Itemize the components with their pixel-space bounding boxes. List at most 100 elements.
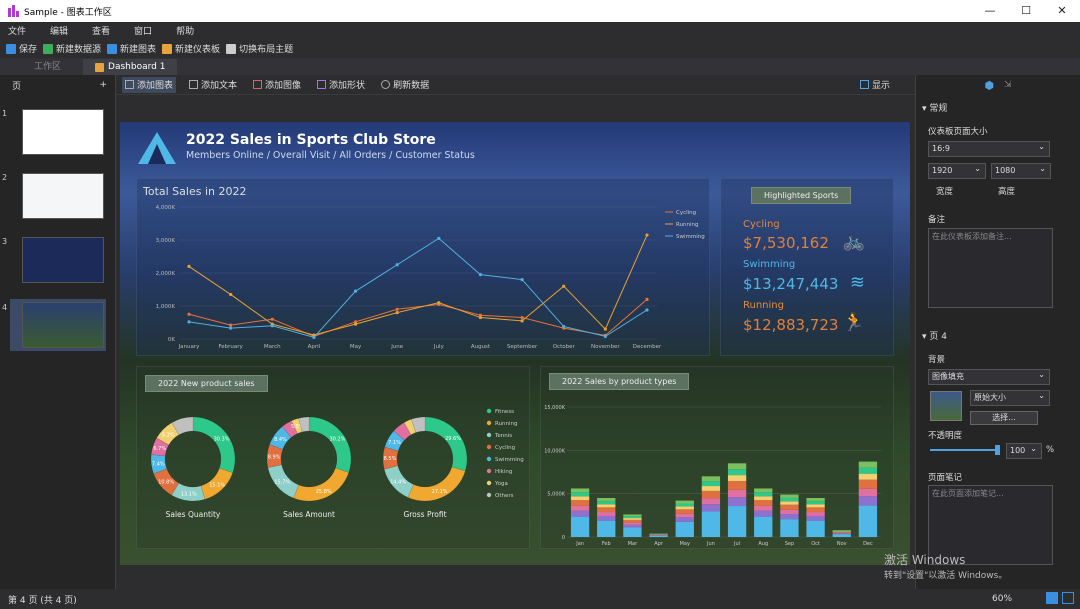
page-thumb-2[interactable]: 2 bbox=[2, 173, 104, 221]
add-text-button[interactable]: 添加文本 bbox=[186, 77, 240, 93]
x-tick-label: Jun bbox=[706, 541, 715, 547]
x-tick-label: Aug bbox=[758, 541, 768, 547]
bar-segment bbox=[623, 527, 642, 537]
page-thumb-3[interactable]: 3 bbox=[2, 237, 104, 285]
bar-segment bbox=[701, 511, 721, 537]
x-tick-label: Feb bbox=[602, 541, 611, 547]
display-icon bbox=[859, 80, 869, 89]
product-types-panel[interactable]: 2022 Sales by product types 0 5,000K 10,00… bbox=[540, 366, 894, 549]
page-thumb-1[interactable]: 1 bbox=[2, 109, 104, 157]
width-label: 宽度 bbox=[936, 187, 954, 197]
layout-icon[interactable]: ⇲ bbox=[1004, 80, 1012, 90]
dashboard-canvas[interactable]: 2022 Sales in Sports Club Store Members … bbox=[120, 122, 910, 565]
slice-label: 7.1% bbox=[388, 440, 401, 446]
donut-caption: Sales Quantity bbox=[166, 510, 221, 519]
maximize-button[interactable]: ☐ bbox=[1008, 0, 1044, 22]
minimize-button[interactable]: — bbox=[972, 0, 1008, 22]
page-count: 第 4 页 (共 4 页) bbox=[8, 595, 77, 606]
refresh-data-button[interactable]: 刷新数据 bbox=[378, 77, 432, 93]
title-bar: Sample - 图表工作区 — ☐ ✕ bbox=[0, 0, 1080, 22]
opacity-slider[interactable] bbox=[930, 445, 1000, 455]
tab-dashboard[interactable]: Dashboard 1 bbox=[83, 59, 178, 75]
x-tick-label: November bbox=[591, 344, 620, 350]
section-general[interactable]: ▾ 常规 bbox=[922, 101, 947, 114]
x-tick-label: June bbox=[390, 344, 404, 350]
height-input[interactable]: 1080 bbox=[991, 162, 1051, 179]
slider-handle[interactable] bbox=[995, 445, 1000, 455]
menu-view[interactable]: 查看 bbox=[92, 24, 110, 37]
legend-swatch bbox=[486, 480, 492, 486]
data-point bbox=[437, 236, 441, 240]
bar-segment bbox=[727, 463, 747, 470]
notes-textarea[interactable]: 在此仪表板添加备注... bbox=[928, 228, 1053, 308]
new-product-sales-panel[interactable]: 2022 New product sales 30.3% 15.1% 13.1% 10… bbox=[136, 366, 530, 549]
bar-segment bbox=[754, 505, 773, 511]
zoom-level[interactable]: 60% bbox=[992, 594, 1012, 604]
cube-icon[interactable]: ⬢ bbox=[984, 79, 994, 92]
total-sales-panel[interactable]: Total Sales in 2022 0K 1,000K 2,000K 3,000K… bbox=[136, 178, 710, 356]
bar-segment bbox=[727, 481, 747, 490]
menu-file[interactable]: 文件 bbox=[8, 24, 26, 37]
legend-label: Others bbox=[495, 493, 514, 499]
save-button[interactable]: 保存 bbox=[6, 42, 37, 55]
x-tick-label: Jan bbox=[575, 541, 584, 547]
slice-label: 13.1% bbox=[181, 492, 197, 498]
switch-theme-button[interactable]: 切换布局主题 bbox=[226, 42, 293, 55]
series-line-cycling bbox=[188, 299, 648, 337]
y-tick-label: 5,000K bbox=[547, 492, 565, 498]
legend-swatch bbox=[486, 492, 492, 498]
add-shape-button[interactable]: 添加形状 bbox=[314, 77, 368, 93]
bar-segment bbox=[675, 509, 694, 514]
section-page[interactable]: ▾ 页 4 bbox=[922, 329, 947, 342]
bar-segment bbox=[858, 461, 878, 468]
add-image-button[interactable]: 添加图像 bbox=[250, 77, 304, 93]
ratio-select[interactable]: 16:9 bbox=[928, 140, 1050, 157]
bar-segment bbox=[858, 488, 878, 497]
bar-segment bbox=[806, 515, 825, 521]
tab-workspace[interactable]: 工作区 bbox=[22, 59, 73, 75]
legend-label: Cycling bbox=[676, 210, 696, 216]
new-dashboard-button[interactable]: 新建仪表板 bbox=[162, 42, 220, 55]
slice-label: 6.7% bbox=[153, 446, 166, 452]
page-thumb-4[interactable]: 4 bbox=[2, 299, 106, 351]
x-tick-label: December bbox=[633, 344, 662, 350]
bar-segment bbox=[570, 496, 590, 501]
add-page-button[interactable]: + bbox=[99, 80, 107, 90]
add-chart-button[interactable]: 添加图表 bbox=[122, 76, 177, 93]
actual-size-icon[interactable] bbox=[1062, 592, 1074, 604]
background-image-preview[interactable] bbox=[930, 391, 962, 421]
new-chart-button[interactable]: 新建图表 bbox=[107, 42, 156, 55]
legend-swatch bbox=[486, 468, 492, 474]
menu-help[interactable]: 帮助 bbox=[176, 24, 194, 37]
opacity-label: 不透明度 bbox=[928, 431, 963, 441]
series-line-swimming bbox=[188, 237, 648, 338]
image-size-select[interactable]: 原始大小 bbox=[970, 389, 1050, 406]
donut-slice bbox=[308, 416, 352, 473]
new-datasource-button[interactable]: 新建数据源 bbox=[43, 42, 101, 55]
bar-segment bbox=[754, 516, 773, 537]
highlighted-sports-title: Highlighted Sports bbox=[751, 187, 852, 204]
fit-view-icon[interactable] bbox=[1046, 592, 1058, 604]
bar-segment bbox=[754, 510, 773, 517]
background-mode-select[interactable]: 图像填充 bbox=[928, 368, 1050, 385]
data-point bbox=[520, 278, 524, 282]
width-input[interactable]: 1920 bbox=[928, 162, 986, 179]
legend-swatch bbox=[486, 456, 492, 462]
highlighted-sports-panel[interactable]: Highlighted Sports Cycling $7,530,162 🚲 … bbox=[720, 178, 894, 356]
display-button[interactable]: 显示 bbox=[857, 77, 893, 93]
opacity-input[interactable]: 100 bbox=[1006, 442, 1042, 459]
bar-chart: 0 5,000K 10,000K 15,000K Jan Feb Mar Apr May Jun J… bbox=[544, 405, 881, 547]
choose-image-button[interactable]: 选择... bbox=[970, 411, 1038, 425]
data-point bbox=[187, 320, 191, 324]
y-tick-label: 4,000K bbox=[156, 205, 176, 211]
swimming-label: Swimming bbox=[743, 259, 796, 270]
bar-segment bbox=[832, 534, 851, 537]
menu-edit[interactable]: 编辑 bbox=[50, 24, 68, 37]
close-button[interactable]: ✕ bbox=[1044, 0, 1080, 22]
x-tick-label: July bbox=[433, 344, 445, 350]
data-point bbox=[645, 233, 649, 237]
bar-segment bbox=[701, 481, 721, 487]
cycling-label: Cycling bbox=[743, 219, 780, 230]
menu-window[interactable]: 窗口 bbox=[134, 24, 152, 37]
document-tabs: 工作区 Dashboard 1 bbox=[0, 58, 1080, 75]
